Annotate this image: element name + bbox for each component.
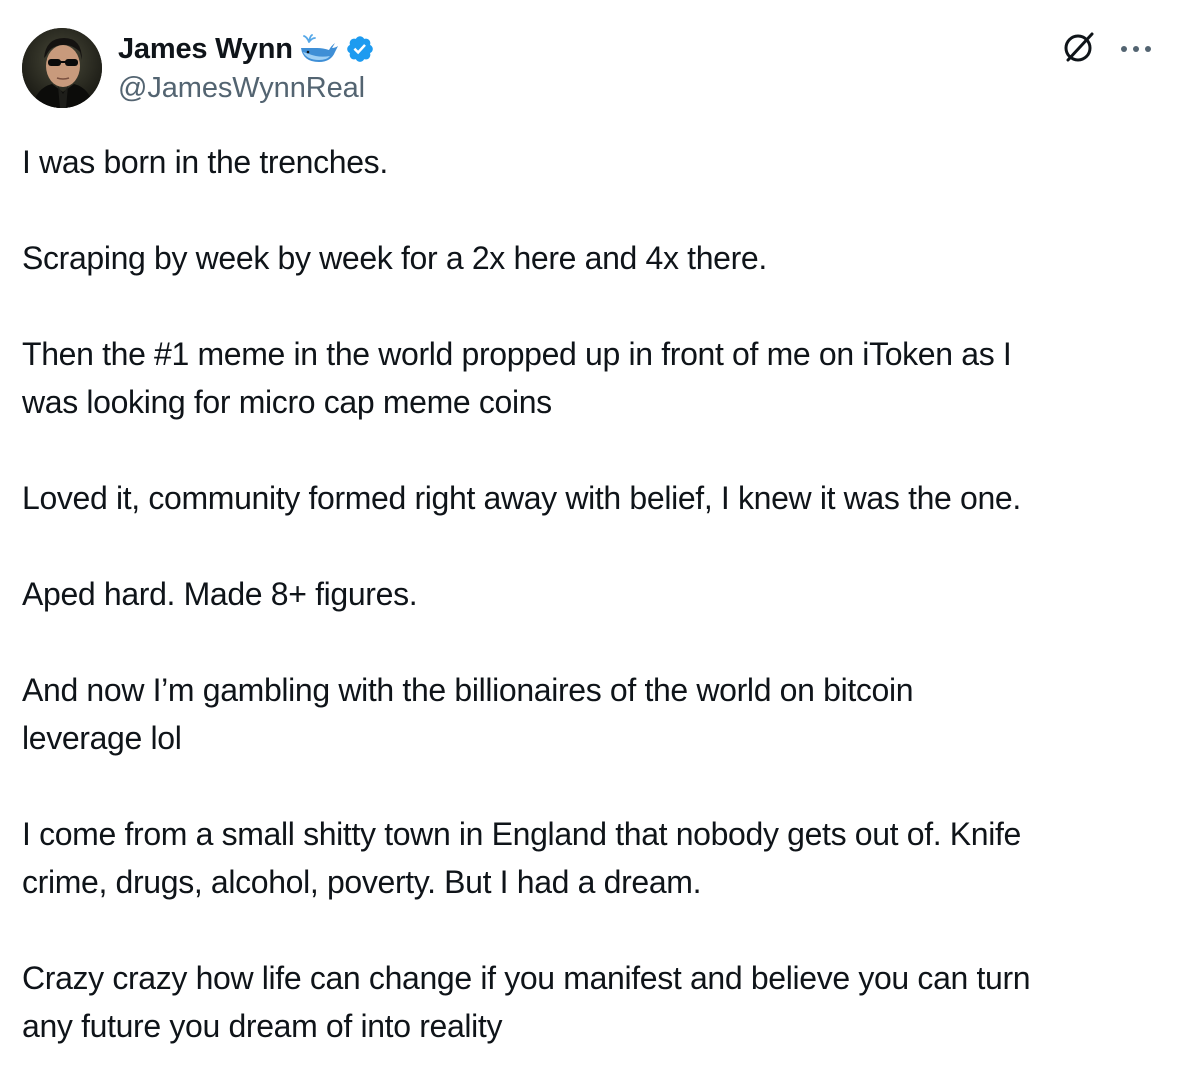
whale-icon bbox=[299, 34, 339, 64]
tweet-paragraph: Scraping by week by week for a 2x here a… bbox=[22, 240, 767, 276]
author-handle[interactable]: @JamesWynnReal bbox=[118, 72, 365, 105]
avatar-photo bbox=[22, 28, 102, 108]
tweet-paragraph: I come from a small shitty town in Engla… bbox=[22, 816, 1021, 900]
verified-badge-icon[interactable] bbox=[345, 34, 375, 64]
tweet-text: I was born in the trenches. Scraping by … bbox=[22, 138, 1162, 1050]
tweet-paragraph: Loved it, community formed right away wi… bbox=[22, 480, 1021, 516]
avatar[interactable] bbox=[22, 28, 102, 108]
tweet-actions bbox=[1062, 30, 1152, 69]
tweet-paragraph: And now I’m gambling with the billionair… bbox=[22, 672, 914, 756]
tweet-paragraph: Crazy crazy how life can change if you m… bbox=[22, 960, 1031, 1044]
grok-icon[interactable] bbox=[1062, 30, 1120, 69]
tweet-paragraph: I was born in the trenches. bbox=[22, 144, 388, 180]
author-display-name[interactable]: James Wynn bbox=[118, 33, 293, 66]
tweet-paragraph: Aped hard. Made 8+ figures. bbox=[22, 576, 418, 612]
author-name-row[interactable]: James Wynn bbox=[118, 30, 375, 68]
tweet-paragraph: Then the #1 meme in the world propped up… bbox=[22, 336, 1012, 420]
tweet-card: James Wynn @JamesWynnReal I was born in … bbox=[0, 0, 1180, 1068]
more-icon[interactable] bbox=[1120, 41, 1152, 59]
